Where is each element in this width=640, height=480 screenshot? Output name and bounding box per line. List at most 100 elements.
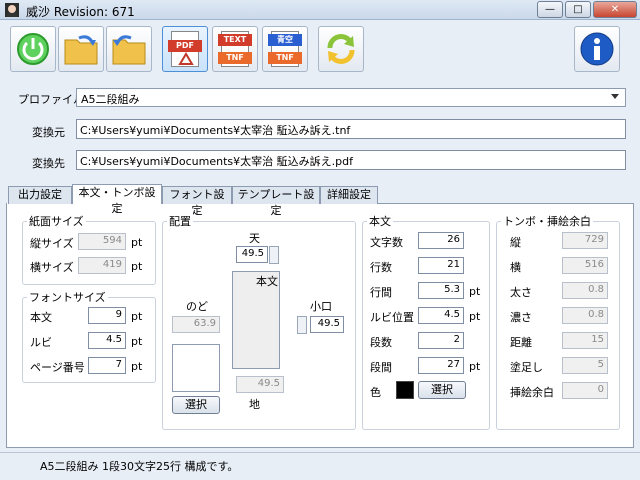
aozora-to-tnf-button[interactable]: 青空 TNF bbox=[262, 26, 308, 72]
tombo-v-label: 縦 bbox=[510, 236, 521, 249]
layout-title: 配置 bbox=[167, 213, 193, 229]
body-ruby-pos-unit: pt bbox=[469, 310, 481, 323]
layout-fore-spinner[interactable] bbox=[297, 316, 307, 334]
window-title: 威沙 Revision: 671 bbox=[26, 5, 135, 19]
tombo-title: トンボ・挿絵余白 bbox=[501, 213, 593, 229]
dest-path-input[interactable]: C:¥Users¥yumi¥Documents¥太宰治 駈込み訴え.pdf bbox=[76, 150, 626, 170]
tombo-dark-label: 濃さ bbox=[510, 311, 532, 324]
layout-top-label: 天 bbox=[249, 232, 260, 245]
font-page-field[interactable]: 7 bbox=[88, 357, 126, 374]
body-color-swatch[interactable] bbox=[396, 381, 414, 399]
tombo-dist-field: 15 bbox=[562, 332, 608, 349]
font-page-unit: pt bbox=[131, 360, 143, 373]
tab-font-settings[interactable]: フォント設定 bbox=[162, 186, 232, 217]
paper-width-label: 横サイズ bbox=[30, 261, 74, 274]
tab-body-tombo-settings[interactable]: 本文・トンボ設定 bbox=[72, 184, 162, 215]
tab-detail-settings[interactable]: 詳細設定 bbox=[320, 186, 378, 204]
tombo-margin-field: 0 bbox=[562, 382, 608, 399]
folder-open-icon bbox=[64, 35, 98, 65]
tombo-bleed-field: 5 bbox=[562, 357, 608, 374]
font-size-title: フォントサイズ bbox=[27, 289, 108, 305]
refresh-icon bbox=[327, 34, 355, 64]
body-ruby-pos-field[interactable]: 4.5 bbox=[418, 307, 464, 324]
font-page-label: ページ番号 bbox=[30, 361, 85, 374]
refresh-button[interactable] bbox=[318, 26, 364, 72]
layout-fore-label: 小口 bbox=[310, 300, 332, 313]
layout-body-label: 本文 bbox=[256, 275, 278, 288]
body-cols-field[interactable]: 2 bbox=[418, 332, 464, 349]
tombo-v-field: 729 bbox=[562, 232, 608, 249]
tombo-thick-field: 0.8 bbox=[562, 282, 608, 299]
body-ruby-pos-label: ルビ位置 bbox=[370, 311, 414, 324]
paper-size-title: 紙面サイズ bbox=[27, 213, 86, 229]
tombo-bleed-label: 塗足し bbox=[510, 361, 543, 374]
font-body-label: 本文 bbox=[30, 311, 52, 324]
body-col-gap-field[interactable]: 27 bbox=[418, 357, 464, 374]
body-text-title: 本文 bbox=[367, 213, 393, 229]
aozora-tnf-icon: 青空 TNF bbox=[268, 31, 302, 67]
font-body-unit: pt bbox=[131, 310, 143, 323]
close-button[interactable]: ✕ bbox=[593, 1, 637, 18]
open-folder-button[interactable] bbox=[58, 26, 104, 72]
layout-gutter-field: 63.9 bbox=[172, 316, 220, 333]
body-color-select-button[interactable]: 選択 bbox=[418, 381, 466, 399]
tab-output-settings[interactable]: 出力設定 bbox=[8, 186, 72, 204]
layout-fore-field[interactable]: 49.5 bbox=[310, 316, 344, 333]
dest-label: 変換先 bbox=[32, 157, 65, 170]
body-color-label: 色 bbox=[370, 386, 381, 399]
profile-value: A5二段組み bbox=[81, 93, 140, 106]
body-chars-field[interactable]: 26 bbox=[418, 232, 464, 249]
profile-select[interactable]: A5二段組み bbox=[76, 88, 626, 107]
minimize-button[interactable]: — bbox=[537, 1, 563, 18]
body-lines-label: 行数 bbox=[370, 261, 392, 274]
tombo-h-field: 516 bbox=[562, 257, 608, 274]
layout-top-spinner[interactable] bbox=[269, 246, 279, 264]
body-spacing-label: 行間 bbox=[370, 286, 392, 299]
text-to-tnf-button[interactable]: TEXT TNF bbox=[212, 26, 258, 72]
body-lines-field[interactable]: 21 bbox=[418, 257, 464, 274]
tombo-dark-field: 0.8 bbox=[562, 307, 608, 324]
app-icon bbox=[4, 2, 20, 18]
body-col-gap-unit: pt bbox=[469, 360, 481, 373]
info-icon bbox=[580, 32, 614, 66]
text-tnf-icon: TEXT TNF bbox=[218, 31, 252, 67]
layout-select-button[interactable]: 選択 bbox=[172, 396, 220, 414]
folder-save-icon bbox=[112, 35, 146, 65]
profile-label: プロファイル bbox=[18, 93, 84, 106]
body-chars-label: 文字数 bbox=[370, 236, 403, 249]
paper-height-unit: pt bbox=[131, 236, 143, 249]
layout-top-field[interactable]: 49.5 bbox=[236, 246, 268, 263]
paper-size-group bbox=[22, 221, 156, 285]
body-cols-label: 段数 bbox=[370, 336, 392, 349]
source-path-input[interactable]: C:¥Users¥yumi¥Documents¥太宰治 駈込み訴え.tnf bbox=[76, 119, 626, 139]
maximize-button[interactable]: □ bbox=[565, 1, 591, 18]
body-spacing-unit: pt bbox=[469, 285, 481, 298]
tombo-margin-label: 挿絵余白 bbox=[510, 386, 554, 399]
font-body-field[interactable]: 9 bbox=[88, 307, 126, 324]
image-preview bbox=[172, 344, 220, 392]
layout-gutter-label: のど bbox=[186, 300, 208, 313]
layout-bottom-field: 49.5 bbox=[236, 376, 284, 393]
font-ruby-unit: pt bbox=[131, 335, 143, 348]
chevron-down-icon bbox=[611, 94, 619, 99]
paper-height-field: 594 bbox=[78, 233, 126, 250]
body-col-gap-label: 段間 bbox=[370, 361, 392, 374]
tombo-thick-label: 太さ bbox=[510, 286, 532, 299]
tab-template-settings[interactable]: テンプレート設定 bbox=[232, 186, 320, 217]
info-button[interactable] bbox=[574, 26, 620, 72]
layout-bottom-label: 地 bbox=[249, 398, 260, 411]
pdf-icon: PDF bbox=[168, 31, 202, 67]
paper-width-unit: pt bbox=[131, 260, 143, 273]
power-button[interactable] bbox=[10, 26, 56, 72]
paper-width-field: 419 bbox=[78, 257, 126, 274]
tab-strip-line bbox=[378, 203, 634, 204]
body-spacing-field[interactable]: 5.3 bbox=[418, 282, 464, 299]
save-folder-button[interactable] bbox=[106, 26, 152, 72]
font-ruby-field[interactable]: 4.5 bbox=[88, 332, 126, 349]
pdf-button[interactable]: PDF bbox=[162, 26, 208, 72]
power-icon bbox=[17, 33, 49, 65]
tombo-h-label: 横 bbox=[510, 261, 521, 274]
tombo-dist-label: 距離 bbox=[510, 336, 532, 349]
font-ruby-label: ルビ bbox=[30, 336, 52, 349]
paper-height-label: 縦サイズ bbox=[30, 237, 74, 250]
